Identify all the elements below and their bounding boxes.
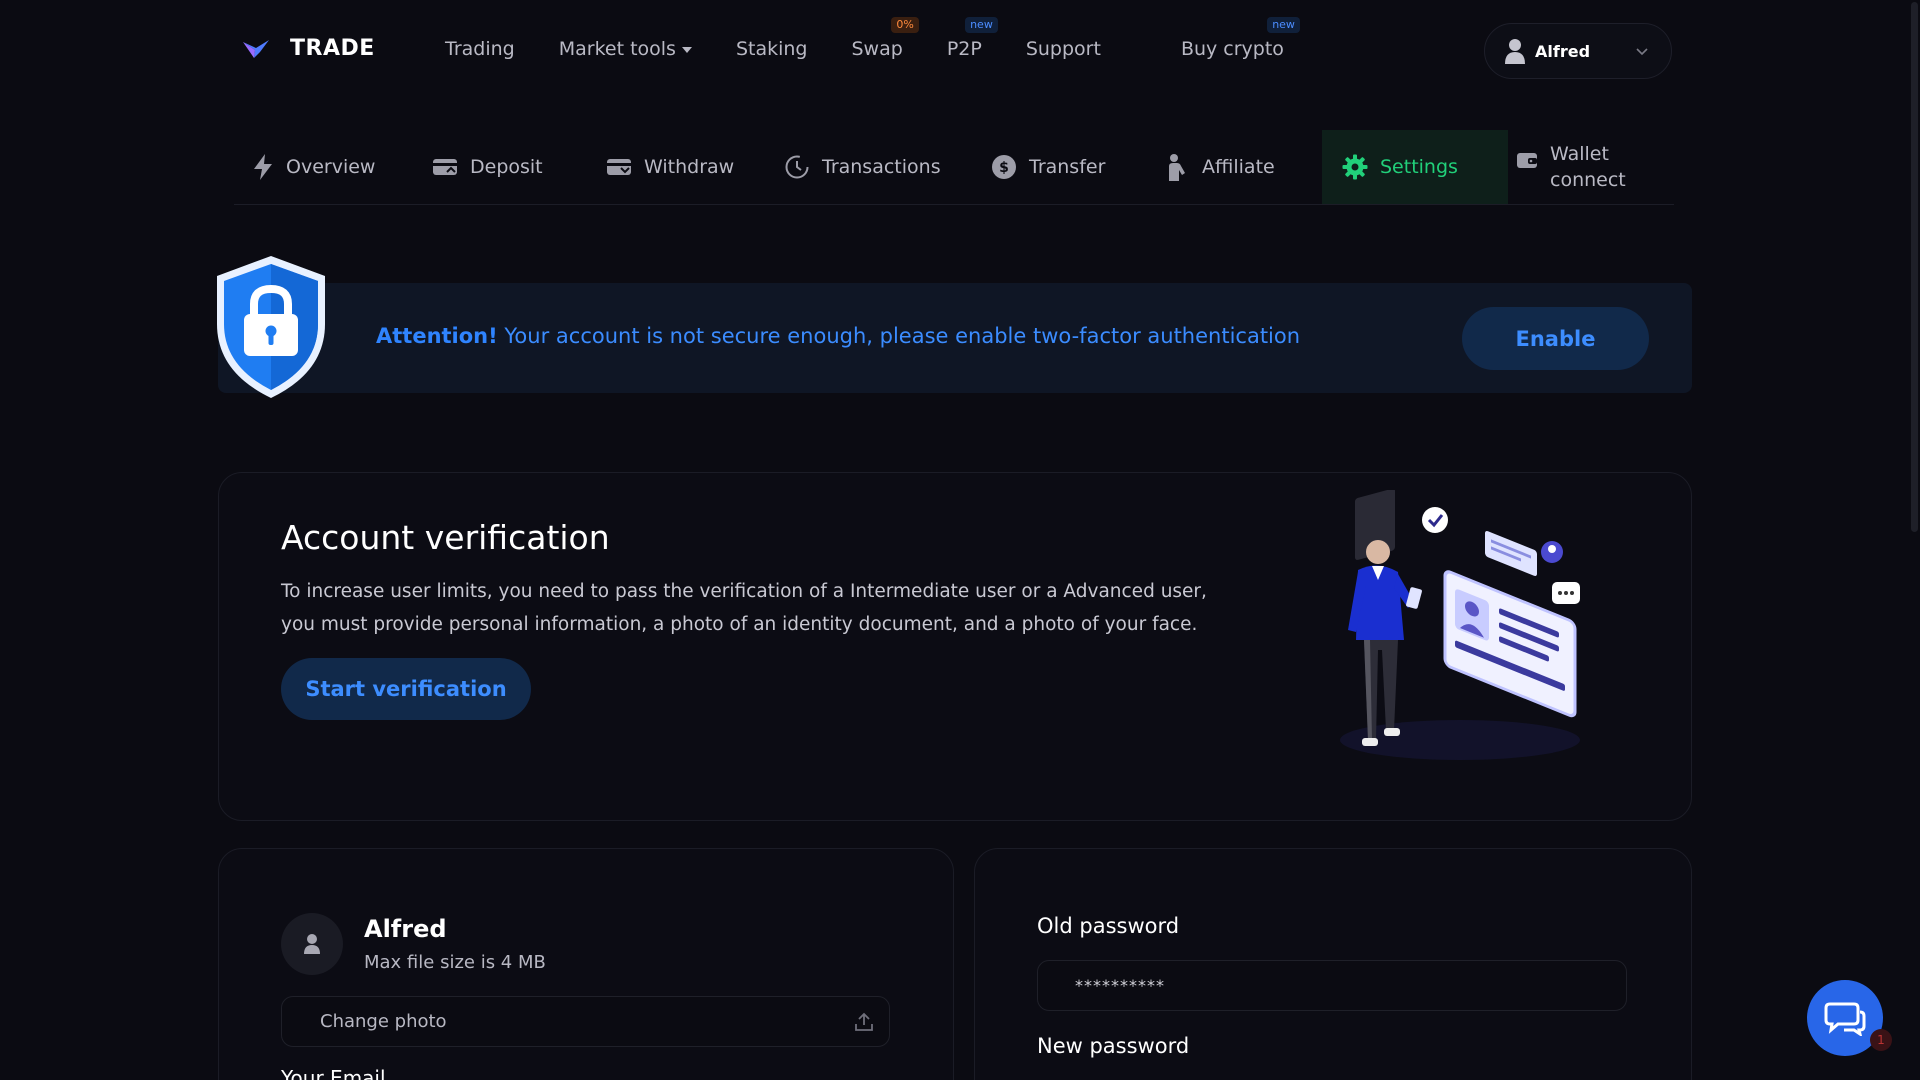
tab-affiliate[interactable]: Affiliate: [1166, 130, 1275, 204]
card-withdraw-icon: [607, 159, 631, 175]
old-password-input[interactable]: **********: [1037, 960, 1627, 1011]
verification-description: To increase user limits, you need to pas…: [281, 581, 1207, 635]
history-icon: [785, 155, 809, 179]
account-tabs: Overview Deposit Withdraw Transactions $…: [234, 130, 1674, 205]
tab-deposit[interactable]: Deposit: [432, 130, 543, 204]
chevron-down-icon: [1636, 48, 1648, 56]
nav-swap[interactable]: Swap 0%: [852, 17, 919, 60]
user-icon: [1505, 39, 1525, 64]
change-photo-field[interactable]: Change photo: [281, 996, 890, 1047]
tab-wallet-connect-label: Wallet connect: [1550, 143, 1626, 191]
chat-unread-badge: 1: [1870, 1029, 1892, 1051]
tab-overview[interactable]: Overview: [252, 130, 375, 204]
old-password-value: **********: [1075, 976, 1165, 995]
user-menu[interactable]: Alfred: [1484, 23, 1672, 79]
brand-name: TRADE: [290, 36, 375, 61]
shield-lock-icon: [217, 256, 325, 398]
verification-title: Account verification: [281, 518, 610, 557]
bird-logo-icon: [243, 39, 269, 58]
tab-withdraw[interactable]: Withdraw: [606, 130, 734, 204]
file-size-hint: Max file size is 4 MB: [364, 952, 546, 973]
card-deposit-icon: [433, 159, 457, 175]
main-nav: Trading Market tools Staking Swap 0% P2P n…: [445, 17, 1328, 60]
user-name: Alfred: [1535, 41, 1591, 61]
gear-icon: [1342, 154, 1368, 180]
tab-transactions[interactable]: Transactions: [784, 130, 941, 204]
tab-transfer[interactable]: $ Transfer: [991, 130, 1105, 204]
swap-badge: 0%: [891, 17, 919, 33]
dollar-circle-icon: $: [992, 155, 1016, 179]
chat-bubbles-icon: [1824, 1002, 1866, 1036]
buy-crypto-badge: new: [1267, 17, 1300, 33]
upload-icon[interactable]: [853, 1011, 875, 1033]
alert-message: Attention! Your account is not secure en…: [376, 324, 1301, 348]
brand-logo[interactable]: TRADE: [242, 36, 375, 61]
verification-illustration: [1340, 490, 1580, 760]
nav-market-tools[interactable]: Market tools: [559, 38, 692, 60]
lightning-icon: [254, 154, 272, 180]
nav-staking[interactable]: Staking: [736, 38, 808, 60]
tab-wallet-connect[interactable]: Wallet connect: [1516, 130, 1626, 204]
avatar[interactable]: [281, 913, 343, 975]
person-icon: [1169, 154, 1185, 181]
enable-2fa-button[interactable]: Enable: [1462, 307, 1649, 370]
email-label: Your Email: [281, 1066, 386, 1080]
scrollbar-thumb[interactable]: [1911, 2, 1918, 532]
tab-settings[interactable]: Settings: [1322, 130, 1508, 204]
nav-support[interactable]: Support: [1026, 38, 1101, 60]
new-password-label: New password: [1037, 1034, 1190, 1058]
p2p-badge: new: [965, 17, 998, 33]
old-password-label: Old password: [1037, 914, 1180, 938]
profile-name: Alfred: [364, 915, 447, 943]
caret-down-icon: [681, 46, 692, 53]
change-photo-label: Change photo: [320, 1011, 447, 1032]
user-icon: [304, 934, 320, 954]
wallet-icon: [1517, 153, 1537, 168]
nav-buy-crypto[interactable]: Buy crypto new: [1181, 17, 1300, 60]
start-verification-button[interactable]: Start verification: [281, 658, 531, 720]
svg-text:$: $: [999, 160, 1009, 176]
nav-trading[interactable]: Trading: [445, 38, 515, 60]
nav-p2p[interactable]: P2P new: [947, 17, 998, 60]
